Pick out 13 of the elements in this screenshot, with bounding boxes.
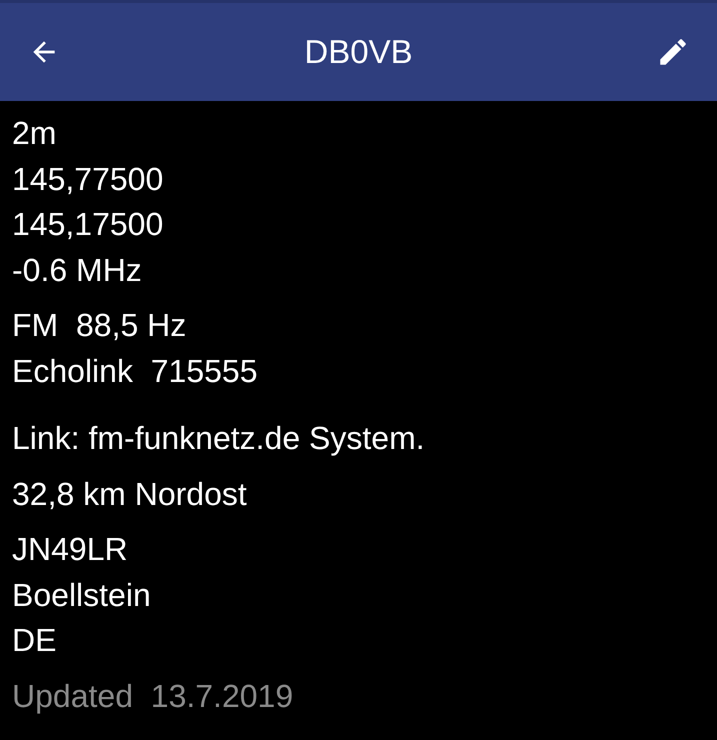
detail-text: JN49LR [12, 530, 128, 569]
detail-text: Echolink 715555 [12, 352, 258, 390]
updated-date: Updated 13.7.2019 [12, 676, 294, 716]
detail-text: Boellstein [12, 576, 151, 614]
detail-text: DE [12, 621, 56, 660]
detail-text: 32,8 km Nordost [12, 474, 247, 514]
detail-text: 145,17500 [12, 205, 164, 244]
detail-text: -0.6 MHz [12, 250, 142, 290]
detail-text: FM 88,5 Hz [12, 306, 186, 345]
detail-text: 145,77500 [12, 160, 164, 198]
screen-title: DB0VB [304, 32, 413, 72]
detail-text: 2m [12, 114, 56, 153]
detail-text: Link: fm-funknetz.de System. [12, 419, 425, 458]
